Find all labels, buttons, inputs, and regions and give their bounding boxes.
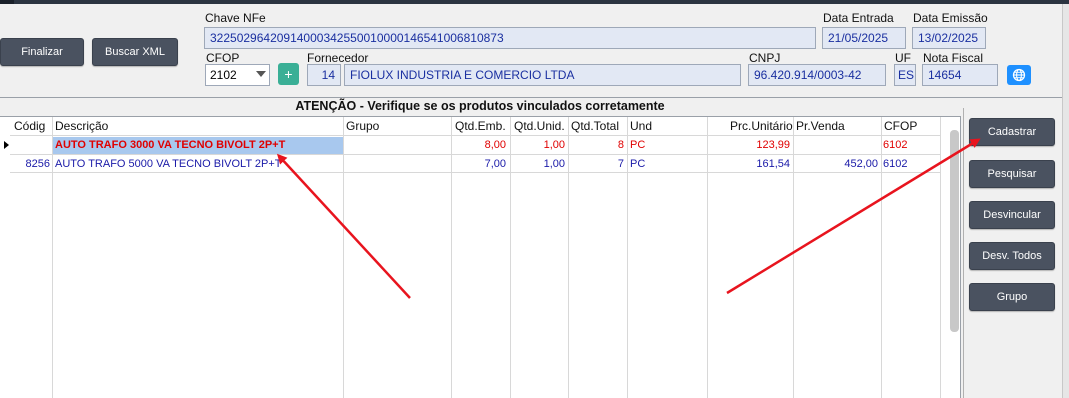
cfop-selected-value: 2102 — [210, 68, 237, 82]
chevron-down-icon[interactable] — [256, 71, 266, 77]
row-pointer-icon — [4, 141, 9, 149]
chave-nfe-label: Chave NFe — [205, 11, 266, 25]
cfop-label: CFOP — [206, 51, 240, 65]
cell-cfop[interactable]: 6102 — [883, 156, 938, 173]
data-emissao-field[interactable]: 13/02/2025 — [912, 27, 986, 49]
col-divider — [940, 117, 941, 398]
col-header-pr-venda[interactable]: Pr.Venda — [796, 117, 845, 135]
vertical-scrollbar[interactable] — [950, 130, 959, 332]
cell-pr-venda[interactable] — [794, 137, 878, 154]
globe-icon[interactable] — [1007, 65, 1031, 85]
panel-divider — [0, 97, 1062, 98]
col-header-qtd-total[interactable]: Qtd.Total — [571, 117, 619, 135]
col-divider — [343, 117, 344, 398]
data-entrada-field[interactable]: 21/05/2025 — [822, 27, 906, 49]
chave-nfe-field[interactable]: 3225029642091400034255001000014654100681… — [204, 27, 816, 49]
desv-todos-button[interactable]: Desv. Todos — [969, 242, 1055, 270]
finalizar-button[interactable]: Finalizar — [0, 38, 84, 66]
col-header-qtd-emb[interactable]: Qtd.Emb. — [455, 117, 506, 135]
cell-codigo[interactable] — [10, 137, 50, 154]
cell-qtd-emb[interactable]: 8,00 — [452, 137, 506, 154]
cell-und[interactable]: PC — [630, 137, 690, 154]
col-header-codigo[interactable]: Códig — [14, 117, 52, 135]
cell-qtd-emb[interactable]: 7,00 — [452, 156, 506, 173]
fornecedor-code-field[interactable]: 14 — [307, 64, 341, 86]
uf-field[interactable]: ES — [894, 64, 916, 86]
col-header-cfop[interactable]: CFOP — [884, 117, 917, 135]
buscar-xml-button[interactable]: Buscar XML — [92, 38, 178, 66]
cell-prc-unitario[interactable]: 161,54 — [708, 156, 790, 173]
plus-icon[interactable]: + — [278, 63, 299, 85]
cfop-select[interactable]: 2102 — [205, 64, 270, 86]
cell-cfop[interactable]: 6102 — [883, 137, 938, 154]
col-header-und[interactable]: Und — [630, 117, 652, 135]
cnpj-label: CNPJ — [749, 51, 781, 65]
cell-descricao[interactable]: AUTO TRAFO 5000 VA TECNO BIVOLT 2P+T — [55, 156, 343, 173]
cell-qtd-unid[interactable]: 1,00 — [511, 156, 565, 173]
grupo-button[interactable]: Grupo — [969, 283, 1055, 311]
cell-und[interactable]: PC — [630, 156, 690, 173]
col-divider — [627, 117, 628, 398]
col-divider — [881, 117, 882, 398]
cnpj-field[interactable]: 96.420.914/0003-42 — [748, 64, 886, 86]
window-right-edge — [1062, 4, 1069, 398]
cadastrar-button[interactable]: Cadastrar — [969, 118, 1055, 146]
cell-qtd-total[interactable]: 7 — [569, 156, 624, 173]
row-divider — [10, 154, 940, 155]
window-top-bar — [0, 0, 1069, 4]
cell-grupo[interactable] — [346, 156, 446, 173]
globe-icon-glyph — [1012, 68, 1026, 82]
col-header-qtd-unid[interactable]: Qtd.Unid. — [514, 117, 565, 135]
cell-qtd-unid[interactable]: 1,00 — [511, 137, 565, 154]
col-header-prc-unitario[interactable]: Prc.Unitário — [730, 117, 793, 135]
col-header-grupo[interactable]: Grupo — [346, 117, 379, 135]
cell-qtd-total[interactable]: 8 — [569, 137, 624, 154]
cell-descricao[interactable]: AUTO TRAFO 3000 VA TECNO BIVOLT 2P+T — [53, 137, 343, 154]
products-grid[interactable]: Códig Descrição Grupo Qtd.Emb. Qtd.Unid.… — [0, 116, 961, 398]
nota-fiscal-label: Nota Fiscal — [923, 51, 984, 65]
desvincular-button[interactable]: Desvincular — [969, 201, 1055, 229]
nota-fiscal-field[interactable]: 14654 — [922, 64, 998, 86]
warning-title: ATENÇÃO - Verifique se os produtos vincu… — [295, 99, 665, 113]
col-divider — [52, 117, 53, 398]
pesquisar-button[interactable]: Pesquisar — [969, 160, 1055, 188]
uf-label: UF — [895, 51, 911, 65]
cell-pr-venda[interactable]: 452,00 — [794, 156, 878, 173]
fornecedor-label: Fornecedor — [307, 51, 369, 65]
cell-grupo[interactable] — [346, 137, 446, 154]
cell-prc-unitario[interactable]: 123,99 — [708, 137, 790, 154]
col-header-descricao[interactable]: Descrição — [55, 117, 108, 135]
fornecedor-name-field[interactable]: FIOLUX INDUSTRIA E COMERCIO LTDA — [344, 64, 741, 86]
row-divider — [10, 135, 940, 136]
window-corner — [0, 0, 14, 4]
data-entrada-label: Data Entrada — [823, 11, 894, 25]
cell-codigo[interactable]: 8256 — [10, 156, 50, 173]
side-panel-divider — [963, 108, 964, 398]
data-emissao-label: Data Emissão — [913, 11, 988, 25]
